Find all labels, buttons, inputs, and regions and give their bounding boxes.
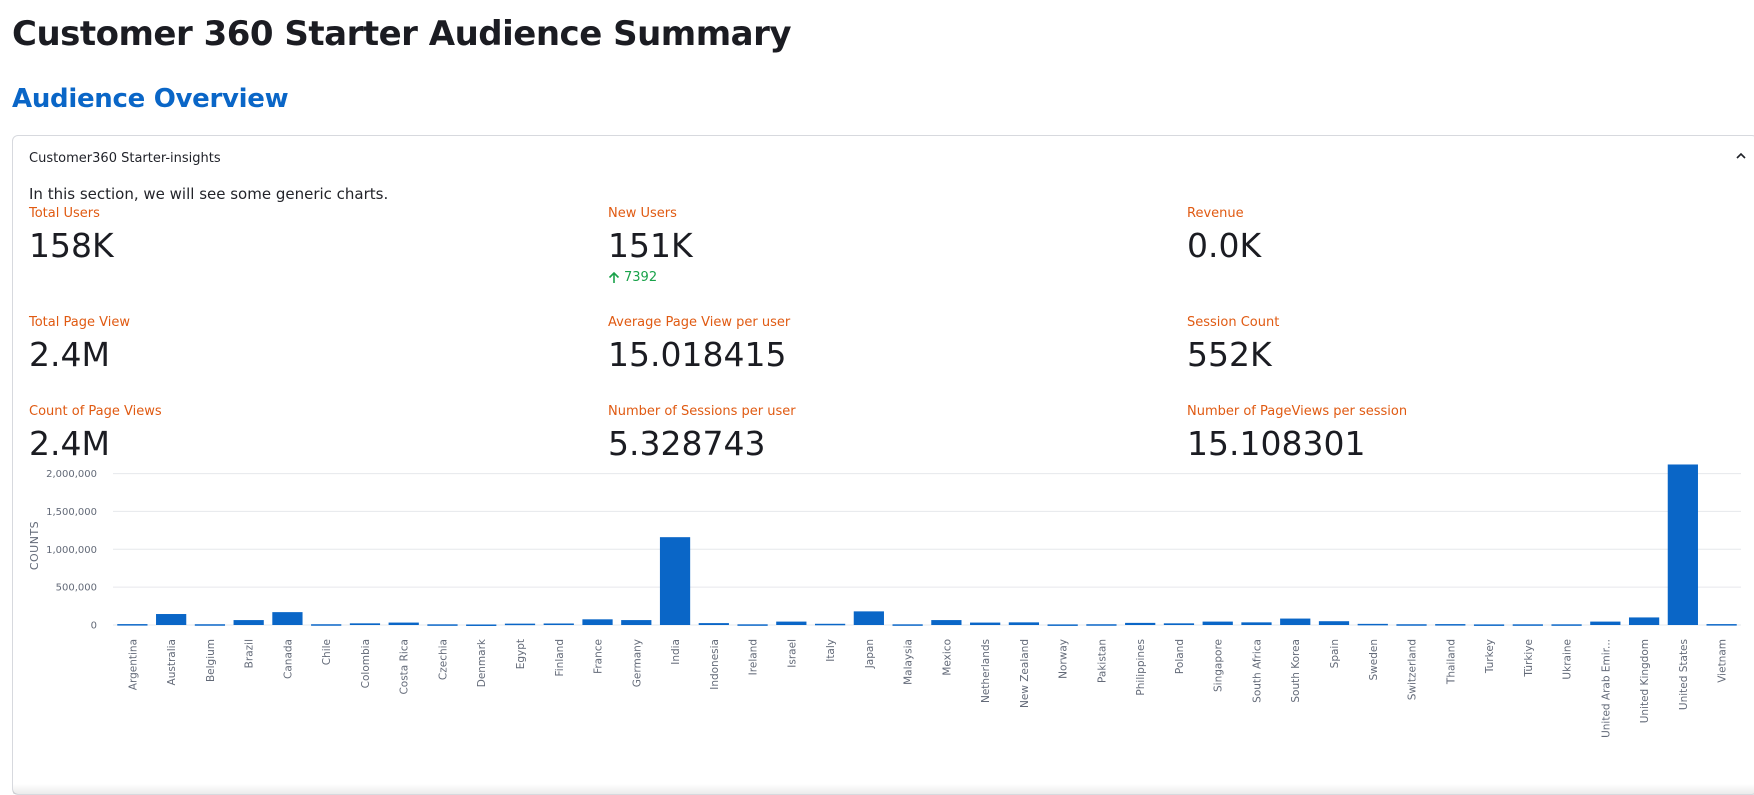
x-tick-label: Japan (864, 639, 876, 669)
bar (1551, 624, 1582, 626)
bar (156, 614, 187, 625)
x-tick-label: Germany (631, 639, 643, 687)
x-tick-label: Finland (554, 639, 566, 677)
x-tick-label: Brazil (244, 639, 256, 668)
x-tick-label: Indonesia (709, 639, 721, 690)
bar (737, 624, 768, 626)
country-counts-bar-chart: 0 500,000 1,000,000 1,500,000 2,000,000 COUNT… (28, 464, 1741, 738)
y-tick-label: 1,500,000 (46, 507, 97, 518)
bar (659, 537, 691, 625)
x-tick-label: Czechia (437, 639, 449, 680)
x-tick-label: Mexico (941, 639, 953, 676)
x-tick-label: Türkiye (1523, 639, 1535, 678)
x-tick-label: United States (1678, 639, 1690, 710)
bar (427, 624, 458, 626)
page-title: Customer 360 Starter Audience Summary (12, 14, 792, 54)
x-tick-label: New Zealand (1019, 639, 1031, 708)
x-tick-label: United Arab Emir... (1600, 639, 1612, 738)
bar (388, 622, 419, 625)
bar (466, 624, 497, 626)
bar (1047, 624, 1078, 626)
x-tick-label: Sweden (1368, 639, 1380, 681)
x-tick-label: Vietnam (1717, 639, 1729, 683)
x-tick-label: Norway (1058, 639, 1070, 679)
x-tick-label: Costa Rica (399, 639, 411, 695)
x-tick-label: Pakistan (1096, 639, 1108, 683)
bar (1280, 618, 1311, 625)
bar (1086, 624, 1117, 626)
bar (233, 620, 264, 625)
bar (776, 621, 807, 625)
bar (1125, 622, 1156, 625)
bar (1512, 624, 1543, 626)
bar (349, 623, 381, 625)
x-tick-label: Ukraine (1562, 639, 1574, 680)
x-tick-label: Poland (1174, 639, 1186, 674)
bar (582, 619, 613, 625)
y-tick-label: 2,000,000 (46, 469, 97, 480)
x-tick-label: United Kingdom (1639, 639, 1651, 723)
scroll-shadow (13, 784, 1754, 794)
bar (1628, 617, 1660, 625)
x-tick-label: Netherlands (980, 639, 992, 703)
x-tick-label: Thailand (1445, 639, 1457, 685)
bar (1318, 621, 1350, 625)
x-tick-label: Chile (321, 639, 333, 665)
bar (1202, 621, 1233, 625)
bar (1396, 624, 1427, 626)
bar (1435, 624, 1466, 626)
bar (698, 623, 729, 625)
x-tick-label: South Africa (1251, 639, 1263, 703)
x-tick-label: Switzerland (1407, 639, 1419, 700)
bar (504, 623, 536, 626)
y-tick-label: 0 (91, 621, 97, 632)
x-tick-label: Philippines (1135, 639, 1147, 696)
bar (970, 622, 1001, 625)
bar (1357, 623, 1388, 626)
y-axis-title: COUNTS (28, 521, 41, 570)
x-tick-label: Turkey (1484, 639, 1496, 674)
bar (1163, 623, 1195, 625)
bar (194, 624, 226, 626)
bar (117, 624, 148, 626)
bar (931, 620, 962, 625)
y-tick-label: 1,000,000 (46, 545, 97, 556)
x-tick-label: Israel (786, 639, 798, 668)
x-tick-label: Belgium (205, 639, 217, 682)
x-tick-label: South Korea (1290, 639, 1302, 703)
bar (272, 612, 303, 625)
section-title: Audience Overview (12, 84, 289, 114)
x-tick-label: Malaysia (903, 639, 915, 685)
y-tick-label: 500,000 (56, 583, 97, 594)
bar (1241, 622, 1272, 625)
bar (1706, 624, 1737, 626)
x-tick-label: France (593, 639, 605, 674)
x-tick-label: Singapore (1213, 639, 1225, 692)
x-tick-label: Egypt (515, 639, 527, 669)
bar (543, 623, 574, 625)
x-tick-label: Argentina (127, 639, 139, 690)
x-tick-label: Canada (282, 639, 294, 679)
bar (814, 623, 846, 626)
x-tick-label: India (670, 639, 682, 665)
bar (311, 624, 342, 626)
bar (621, 620, 652, 625)
insights-expander: Customer360 Starter-insights In this sec… (12, 135, 1754, 795)
x-tick-label: Colombia (360, 639, 372, 688)
x-tick-label: Italy (825, 639, 837, 662)
x-tick-label: Australia (166, 639, 178, 685)
bar (1473, 624, 1505, 626)
bar (892, 624, 923, 626)
bar (853, 611, 884, 625)
x-tick-label: Spain (1329, 639, 1341, 668)
x-tick-label: Denmark (476, 638, 488, 687)
bar (1590, 621, 1621, 625)
bar (1667, 464, 1698, 625)
bar (1008, 622, 1040, 625)
x-tick-label: Ireland (748, 639, 760, 675)
